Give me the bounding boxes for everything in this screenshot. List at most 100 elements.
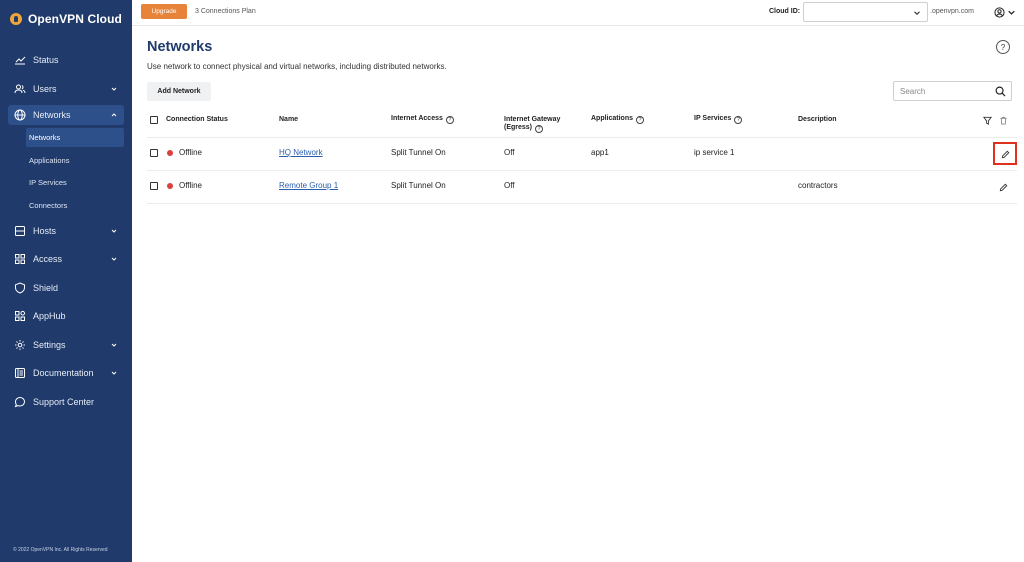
sidebar-item-label: Hosts (33, 225, 57, 236)
row-checkbox[interactable] (150, 182, 158, 190)
apphub-icon (14, 310, 26, 322)
status-dot (167, 150, 173, 156)
top-bar: Upgrade 3 Connections Plan Cloud ID: .op… (132, 0, 1024, 26)
internet-access-value: Split Tunnel On (391, 148, 446, 157)
network-name-link[interactable]: Remote Group 1 (279, 181, 338, 190)
row-divider (147, 170, 1017, 171)
internet-access-value: Split Tunnel On (391, 181, 446, 190)
applications-value: app1 (591, 148, 609, 157)
sidebar-item-label: Access (33, 254, 63, 265)
copyright-text: © 2022 OpenVPN Inc. All Rights Reserved (13, 547, 108, 553)
cloud-id-select[interactable] (803, 2, 928, 22)
sidebar-item-label: Documentation (33, 368, 94, 379)
row-checkbox[interactable] (150, 149, 158, 157)
sidebar-item-hosts[interactable]: Hosts (0, 217, 132, 246)
header-description: Description (798, 116, 837, 123)
sidebar-item-networks[interactable]: Networks (8, 105, 124, 125)
user-avatar-icon (994, 6, 1005, 18)
domain-suffix: .openvpn.com (930, 8, 974, 15)
upgrade-button[interactable]: Upgrade (141, 4, 187, 19)
header-applications: Applications? (591, 115, 645, 124)
sidebar-subitem-connectors[interactable]: Connectors (0, 194, 132, 217)
server-icon (14, 225, 26, 237)
internet-gateway-value: Off (504, 181, 515, 190)
openvpn-logo[interactable]: OpenVPN Cloud (10, 11, 122, 27)
sidebar-item-access[interactable]: Access (0, 245, 132, 274)
book-icon (14, 367, 26, 379)
search-icon[interactable] (995, 86, 1006, 97)
sidebar-item-label: Users (33, 83, 57, 94)
select-all-checkbox[interactable] (150, 116, 158, 124)
network-name-link[interactable]: HQ Network (279, 148, 323, 157)
globe-icon (14, 109, 26, 121)
description-value: contractors (798, 181, 838, 190)
header-internet-access-label: Internet Access (391, 115, 443, 122)
app-title: OpenVPN Cloud (28, 12, 122, 26)
sidebar: OpenVPN Cloud Status Users Networks Netw… (0, 0, 132, 562)
help-icon[interactable]: ? (996, 40, 1010, 54)
connection-status: Offline (179, 181, 202, 190)
chevron-down-icon (111, 371, 117, 375)
sidebar-item-support-center[interactable]: Support Center (0, 388, 132, 417)
header-internet-gateway-label: Internet Gateway (504, 116, 561, 123)
grid-icon (14, 253, 26, 265)
pencil-icon (999, 183, 1007, 191)
search-input[interactable] (894, 82, 989, 100)
sidebar-item-label: Shield (33, 282, 59, 293)
cloud-id-label: Cloud ID: (769, 8, 801, 15)
connection-status: Offline (179, 148, 202, 157)
sidebar-nav: Status Users Networks Networks Applicati… (0, 46, 132, 416)
chart-line-icon (14, 54, 26, 66)
plan-text: 3 Connections Plan (195, 8, 256, 15)
header-ip-services-label: IP Services (694, 115, 732, 122)
search-box (893, 81, 1012, 101)
header-connection-status[interactable]: Connection Status (166, 116, 228, 124)
sidebar-subitem-applications[interactable]: Applications (0, 149, 132, 172)
help-icon[interactable]: ? (445, 116, 454, 124)
filter-icon[interactable] (983, 116, 992, 125)
ip-services-value: ip service 1 (694, 148, 735, 157)
header-ip-services: IP Services? (694, 115, 743, 124)
sidebar-item-label: Settings (33, 339, 66, 350)
sidebar-item-shield[interactable]: Shield (0, 274, 132, 303)
chevron-down-icon (111, 87, 117, 91)
trash-icon[interactable] (999, 116, 1008, 125)
networks-submenu: Networks Applications IP Services Connec… (0, 128, 132, 217)
page-description: Use network to connect physical and virt… (147, 62, 447, 71)
chevron-down-icon (1008, 10, 1015, 15)
edit-button[interactable] (997, 181, 1009, 193)
status-dot (167, 183, 173, 189)
help-icon[interactable]: ? (636, 116, 645, 124)
chevron-down-icon (914, 11, 920, 15)
help-icon[interactable]: ? (535, 125, 544, 133)
sidebar-item-label: AppHub (33, 311, 66, 322)
chevron-up-icon (111, 113, 117, 117)
sidebar-item-label: Support Center (33, 396, 95, 407)
sidebar-item-label: Status (33, 55, 59, 66)
header-internet-gateway-sub: (Egress) (504, 124, 533, 131)
help-icon[interactable]: ? (734, 116, 743, 124)
chat-icon (14, 396, 26, 408)
add-network-button[interactable]: Add Network (147, 82, 211, 101)
sidebar-subitem-networks[interactable]: Networks (26, 128, 124, 147)
sidebar-item-documentation[interactable]: Documentation (0, 359, 132, 388)
row-divider (147, 203, 1017, 204)
pencil-icon (1001, 150, 1009, 158)
sidebar-item-settings[interactable]: Settings (0, 331, 132, 360)
header-applications-label: Applications (591, 115, 634, 122)
sidebar-item-label: Networks (33, 110, 71, 120)
sidebar-item-status[interactable]: Status (0, 46, 132, 75)
page-title: Networks (147, 39, 213, 55)
header-name[interactable]: Name (279, 116, 298, 124)
sidebar-item-apphub[interactable]: AppHub (0, 302, 132, 331)
sidebar-subitem-ip-services[interactable]: IP Services (0, 172, 132, 195)
row-divider (147, 137, 1017, 138)
edit-button[interactable] (999, 148, 1011, 160)
shield-icon (14, 282, 26, 294)
chevron-down-icon (111, 343, 117, 347)
sidebar-item-users[interactable]: Users (0, 75, 132, 104)
header-internet-gateway: Internet Gateway (Egress)? (504, 116, 560, 133)
gear-icon (14, 339, 26, 351)
chevron-down-icon (111, 257, 117, 261)
user-menu[interactable] (994, 5, 1016, 19)
